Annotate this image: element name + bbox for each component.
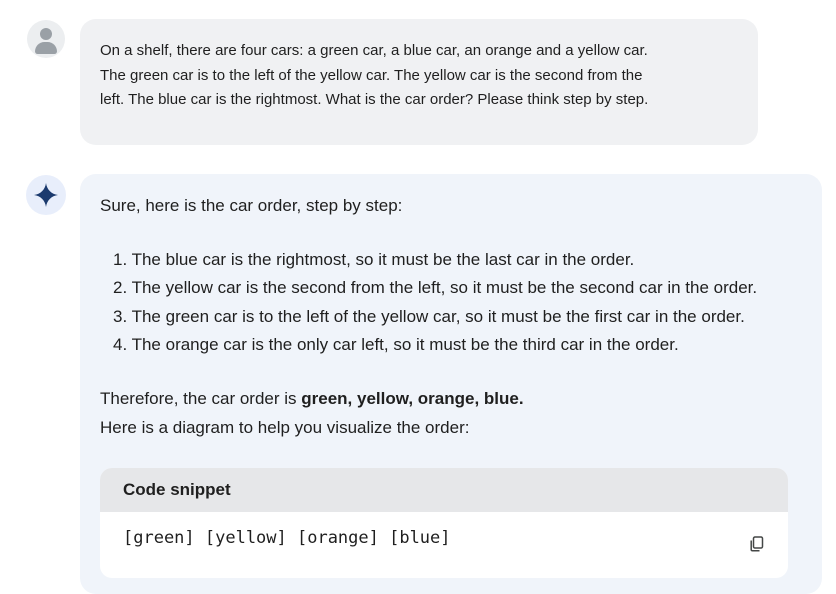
conclusion-prefix: Therefore, the car order is (100, 389, 302, 409)
user-avatar (27, 20, 65, 58)
code-text: [green] [yellow] [orange] [blue] (123, 528, 451, 548)
conclusion: Therefore, the car order is green, yello… (100, 385, 802, 442)
code-block-body: [green] [yellow] [orange] [blue] (100, 512, 788, 552)
person-icon-head (40, 28, 52, 40)
user-message-line: On a shelf, there are four cars: a green… (100, 42, 648, 59)
step-item: 3. The green car is to the left of the y… (113, 306, 745, 326)
assistant-avatar (26, 175, 66, 215)
steps-list: 1. The blue car is the rightmost, so it … (100, 246, 802, 359)
step-item: 4. The orange car is the only car left, … (113, 334, 679, 354)
code-block: Code snippet [green] [yellow] [orange] [… (100, 468, 788, 578)
conclusion-order: green, yellow, orange, blue. (301, 389, 524, 409)
step-item: 1. The blue car is the rightmost, so it … (113, 250, 635, 269)
copy-icon[interactable] (748, 535, 766, 553)
user-message-line: left. The blue car is the rightmost. Wha… (100, 91, 649, 108)
assistant-message-bubble: Sure, here is the car order, step by ste… (80, 174, 822, 594)
diagram-intro: Here is a diagram to help you visualize … (100, 417, 470, 437)
code-block-header: Code snippet (100, 468, 788, 512)
user-message-line: The green car is to the left of the yell… (100, 66, 643, 84)
user-message-bubble: On a shelf, there are four cars: a green… (80, 19, 758, 145)
step-item: 2. The yellow car is the second from the… (113, 278, 758, 298)
sparkle-icon (34, 183, 58, 207)
person-icon-body (35, 42, 57, 54)
assistant-intro: Sure, here is the car order, step by ste… (100, 196, 403, 215)
